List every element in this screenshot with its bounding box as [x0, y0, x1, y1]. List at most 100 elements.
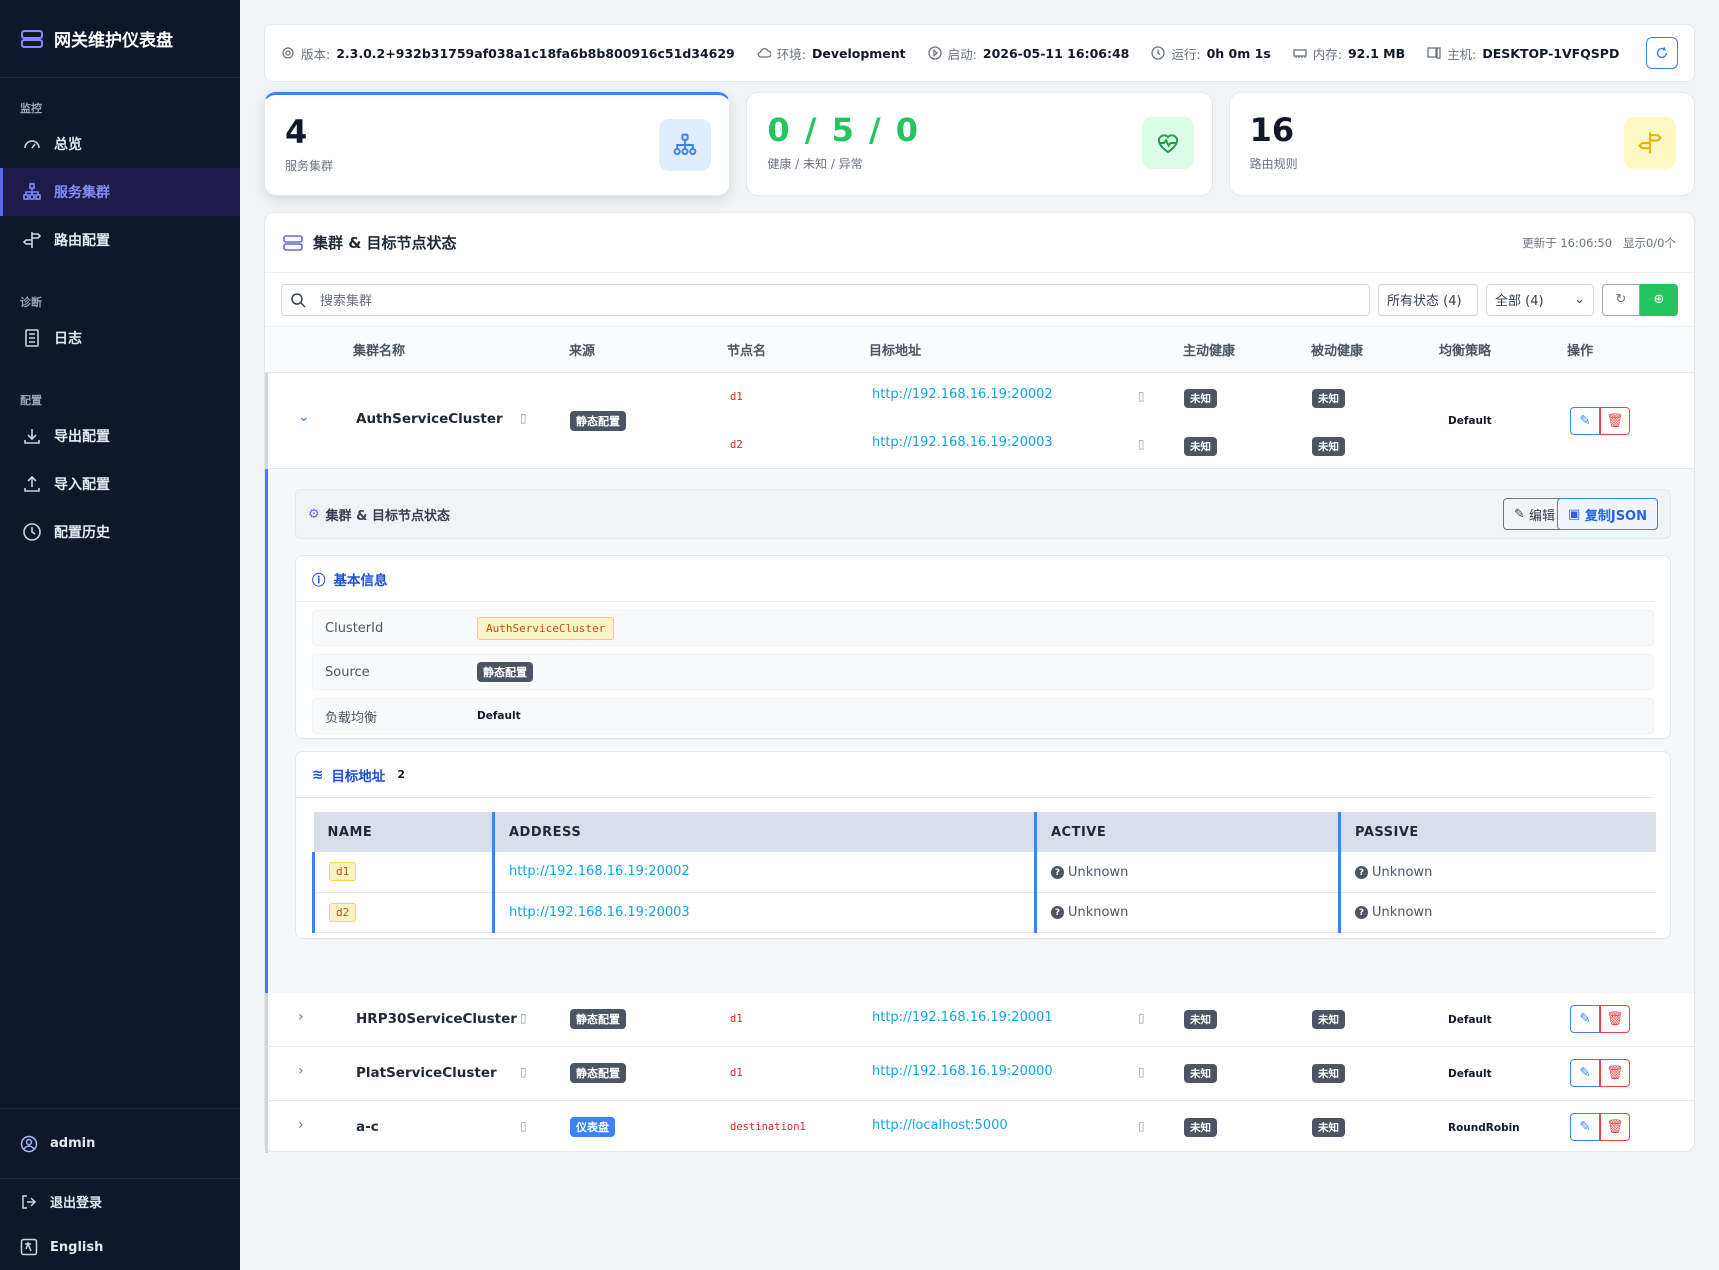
clipboard-icon[interactable]: ▯: [1138, 1011, 1145, 1025]
dest-col-active: ACTIVE: [1034, 812, 1340, 852]
destinations-title: 目标地址: [331, 768, 386, 785]
clipboard-icon[interactable]: ▯: [1138, 437, 1145, 451]
search-input[interactable]: 搜索集群: [281, 283, 1370, 316]
health-text: 未知: [1312, 1118, 1345, 1137]
updated-time: 更新于 16:06:50: [1522, 235, 1613, 250]
passive-health-badge: 未知: [1312, 1064, 1345, 1083]
table-row[interactable]: › a-c ▯ 仪表盘 destination1 http://localhos…: [265, 1101, 1694, 1153]
chevron-down-icon[interactable]: ⌄: [298, 409, 310, 425]
clock-icon: [23, 523, 41, 541]
sidebar-item-export[interactable]: 导出配置: [0, 412, 240, 460]
section-title-monitor: 监控: [20, 102, 42, 115]
edit-button[interactable]: ✎: [1570, 1059, 1600, 1087]
source-badge-text: 静态配置: [570, 1009, 626, 1029]
col-policy: 均衡策略: [1439, 344, 1492, 359]
node-address-link[interactable]: http://192.168.16.19:20000: [872, 1064, 1053, 1079]
chevron-right-icon[interactable]: ›: [298, 1009, 304, 1025]
basic-info-title: 基本信息: [333, 572, 388, 589]
clipboard-icon[interactable]: ▯: [520, 411, 527, 425]
memory-label: 内存:: [1312, 46, 1342, 62]
journal-icon: [25, 329, 39, 347]
server-icon: [21, 29, 43, 48]
sidebar-item-clusters[interactable]: 服务集群: [0, 168, 240, 216]
active-health-badge: 未知: [1184, 437, 1217, 456]
table-row[interactable]: ⌄ AuthServiceCluster ▯ 静态配置 d1 http://19…: [265, 373, 1694, 469]
passive-health-badge: 未知: [1312, 1118, 1345, 1137]
edit-button[interactable]: ✎: [1570, 1113, 1600, 1141]
stat-health[interactable]: 0 / 5 / 0 健康 / 未知 / 异常: [746, 92, 1213, 196]
refresh-info-button[interactable]: [1646, 37, 1678, 69]
stat-caption: 服务集群: [285, 159, 334, 173]
sidebar-item-history[interactable]: 配置历史: [0, 508, 240, 556]
host-value: DESKTOP-1VFQSPD: [1482, 45, 1620, 61]
sidebar-item-logs[interactable]: 日志: [0, 314, 240, 362]
node-address-link[interactable]: http://192.168.16.19:20001: [872, 1010, 1053, 1025]
status-filter-select[interactable]: 所有状态 (4): [1378, 283, 1478, 316]
start-label: 启动:: [947, 46, 977, 62]
health-text: 未知: [1312, 1010, 1345, 1029]
dest-row: d1 http://192.168.16.19:20002 ? Unknown ?…: [312, 852, 1656, 893]
username: admin: [50, 1136, 96, 1151]
source-filter-select[interactable]: 全部 (4) ⌄: [1486, 283, 1594, 316]
panel-title: 集群 & 目标节点状态: [313, 234, 457, 252]
health-text: 未知: [1312, 389, 1345, 408]
dest-row: d2 http://192.168.16.19:20003 ? Unknown ?…: [312, 892, 1656, 933]
dest-address-link[interactable]: http://192.168.16.19:20002: [509, 864, 690, 879]
clipboard-icon[interactable]: ▯: [1138, 1119, 1145, 1133]
logout-button[interactable]: 退出登录: [0, 1178, 240, 1224]
source-badge-text: 静态配置: [570, 1063, 626, 1083]
sidebar-item-label: 总览: [54, 137, 82, 153]
delete-button[interactable]: 🗑: [1600, 1113, 1630, 1141]
sidebar-item-overview[interactable]: 总览: [0, 120, 240, 168]
copy-json-button[interactable]: ▣ 复制JSON: [1557, 498, 1658, 530]
destinations-header: ≋ 目标地址 2: [296, 752, 1654, 798]
sidebar: 网关维护仪表盘 监控 总览 服务集群 路由配置 诊断 日志 配置 导出配置 导入…: [0, 0, 240, 1270]
user-profile[interactable]: admin: [0, 1108, 240, 1178]
edit-button[interactable]: ✎: [1570, 1005, 1600, 1033]
node-address-link[interactable]: http://192.168.16.19:20002: [872, 387, 1053, 402]
table-row[interactable]: › HRP30ServiceCluster ▯ 静态配置 d1 http://1…: [265, 993, 1694, 1047]
dest-name: d1: [329, 862, 357, 882]
health-text: 未知: [1312, 437, 1345, 456]
node-address-link[interactable]: http://192.168.16.19:20003: [872, 435, 1053, 450]
delete-button[interactable]: 🗑: [1600, 1059, 1630, 1087]
node-address-link[interactable]: http://localhost:5000: [872, 1118, 1008, 1133]
panel-actions: ↻ ⊕: [1602, 283, 1678, 316]
add-cluster-button[interactable]: ⊕: [1640, 283, 1678, 316]
search-placeholder: 搜索集群: [320, 294, 373, 309]
table-row[interactable]: › PlatServiceCluster ▯ 静态配置 d1 http://19…: [265, 1047, 1694, 1101]
clipboard-icon[interactable]: ▯: [1138, 389, 1145, 403]
row-actions: ✎ 🗑: [1570, 1113, 1630, 1141]
upload-icon: [24, 475, 40, 492]
stat-routes[interactable]: 16 路由规则: [1228, 92, 1695, 196]
cluster-id-value: AuthServiceCluster: [477, 616, 615, 640]
stat-clusters[interactable]: 4 服务集群: [264, 92, 731, 196]
clipboard-icon[interactable]: ▯: [520, 1011, 527, 1025]
chevron-right-icon[interactable]: ›: [298, 1117, 304, 1133]
dest-active: Unknown: [1068, 905, 1129, 921]
dest-address-link[interactable]: http://192.168.16.19:20003: [509, 905, 690, 920]
panel-toolbar: 搜索集群 所有状态 (4) 全部 (4) ⌄ ↻ ⊕: [265, 273, 1694, 327]
uptime-label: 运行:: [1171, 46, 1201, 62]
cluster-name: AuthServiceCluster: [356, 411, 503, 427]
edit-button[interactable]: ✎: [1570, 407, 1600, 435]
node-name: destination1: [730, 1121, 806, 1133]
dest-col-passive: PASSIVE: [1338, 812, 1656, 852]
sidebar-item-label: 配置历史: [54, 525, 110, 541]
clipboard-icon[interactable]: ▯: [520, 1119, 527, 1133]
clipboard-icon[interactable]: ▯: [1138, 1065, 1145, 1079]
source-badge: 静态配置: [570, 1009, 626, 1029]
sidebar-item-import[interactable]: 导入配置: [0, 460, 240, 508]
delete-button[interactable]: 🗑: [1600, 407, 1630, 435]
memory-icon: [1293, 49, 1307, 58]
delete-button[interactable]: 🗑: [1600, 1005, 1630, 1033]
cluster-name: a-c: [356, 1119, 379, 1135]
chevron-right-icon[interactable]: ›: [298, 1063, 304, 1079]
logout-icon: [22, 1194, 37, 1209]
clipboard-icon: ▣: [1568, 506, 1585, 522]
sidebar-item-routes[interactable]: 路由配置: [0, 216, 240, 264]
refresh-button[interactable]: ↻: [1602, 283, 1640, 316]
language-switch[interactable]: English: [0, 1224, 240, 1270]
search-icon: [291, 292, 306, 308]
clipboard-icon[interactable]: ▯: [520, 1065, 527, 1079]
